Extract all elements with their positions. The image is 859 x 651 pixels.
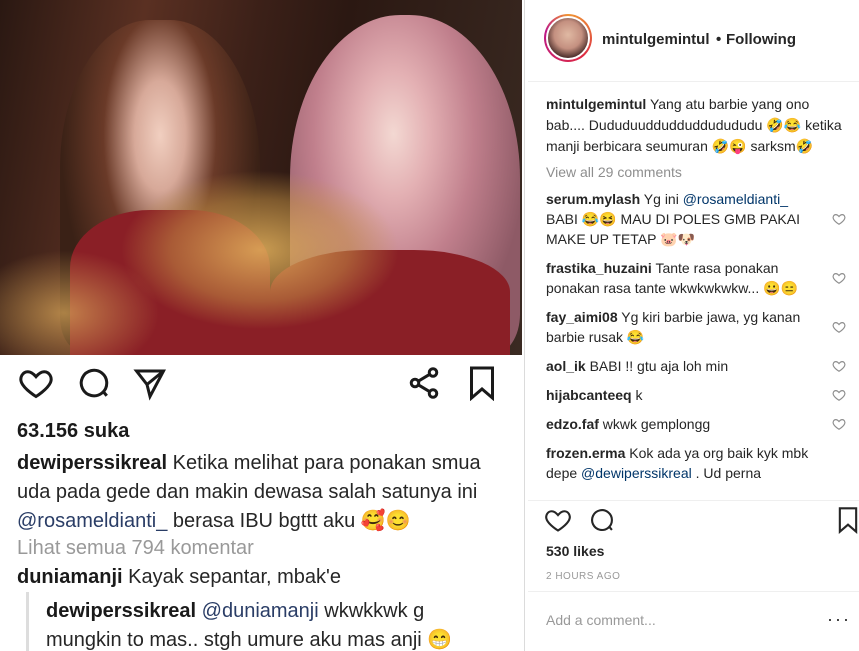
comment-username[interactable]: edzo.faf [546, 416, 599, 432]
comment-item: hijabcanteeq k [546, 385, 846, 405]
comment-bubble-icon [79, 368, 109, 398]
paper-plane-icon [133, 369, 166, 401]
comment-item: fay_aimi08 Yg kiri barbie jawa, yg kanan… [546, 307, 846, 347]
comment-text: . Ud perna [691, 465, 762, 481]
bookmark-icon[interactable] [834, 506, 859, 534]
comment-username[interactable]: aol_ik [546, 358, 586, 374]
heart-icon [19, 370, 53, 399]
add-comment-bar: ··· [528, 591, 859, 651]
share-nodes-icon [409, 367, 439, 399]
comment-text: BABI 😂😆 MAU DI POLES GMB PAKAI MAKE UP T… [546, 211, 800, 247]
embedded-post-screenshot: 63.156 suka dewiperssikreal Ketika melih… [0, 0, 525, 651]
embedded-caption-text: berasa IBU bgttt aku 🥰😊 [167, 510, 411, 532]
author-username[interactable]: mintulgemintul [602, 31, 710, 48]
post-header: mintulgemintul • Following [528, 0, 859, 82]
add-comment-input[interactable] [546, 612, 806, 628]
embedded-like-count: 63.156 suka [17, 420, 130, 442]
post-action-area: 530 likes 2 HOURS AGO ··· [528, 500, 859, 651]
comment-username[interactable]: hijabcanteeq [546, 387, 632, 403]
heart-icon[interactable] [544, 506, 572, 534]
comment-like-heart-icon[interactable] [832, 417, 846, 431]
comment-item: frastika_huzaini Tante rasa ponakan pona… [546, 258, 846, 298]
embedded-caption-line-3: @rosameldianti_ berasa IBU bgttt aku 🥰😊 [17, 508, 411, 533]
comment-text: BABI !! gtu aja loh min [585, 358, 729, 374]
avatar[interactable] [544, 14, 592, 62]
embedded-caption-line-2: uda pada gede dan makin dewasa salah sat… [17, 481, 477, 504]
comment-mention[interactable]: @dewiperssikreal [581, 465, 692, 481]
header-separator: • [716, 31, 722, 48]
embedded-comment-user: duniamanji [17, 566, 123, 588]
reply-thread-line [26, 592, 29, 651]
comment-like-heart-icon[interactable] [832, 388, 846, 402]
comment-item: frozen.erma Kok ada ya org baik kyk mbk … [546, 443, 846, 483]
embedded-comment-text: Kayak sepantar, mbak'e [122, 566, 341, 588]
comment-like-heart-icon[interactable] [832, 271, 846, 285]
comment-item: serum.mylash Yg ini @rosameldianti_ BABI… [546, 189, 846, 249]
comment-username[interactable]: frozen.erma [546, 445, 625, 461]
embedded-caption-text: Ketika melihat para ponakan smua [167, 452, 481, 474]
embedded-reply-line-1: dewiperssikreal @duniamanji wkwkkwk g [46, 600, 424, 623]
comments-list[interactable]: mintulgemintul Yang atu barbie yang ono … [546, 94, 846, 496]
more-dots-icon[interactable]: ··· [827, 610, 851, 628]
embedded-caption-line-1: dewiperssikreal Ketika melihat para pona… [17, 452, 481, 475]
avatar-image [546, 16, 590, 60]
comment-username[interactable]: fay_aimi08 [546, 309, 618, 325]
comment-item: aol_ik BABI !! gtu aja loh min [546, 356, 846, 376]
comment-like-heart-icon[interactable] [832, 320, 846, 334]
bookmark-icon [470, 366, 494, 401]
comment-username[interactable]: serum.mylash [546, 191, 640, 207]
post-photo [0, 0, 522, 355]
like-count[interactable]: 530 likes [546, 543, 604, 559]
embedded-caption-text: uda pada gede dan makin dewasa salah sat… [17, 481, 478, 503]
view-all-comments-link[interactable]: View all 29 comments [546, 164, 846, 180]
embedded-reply-mention: @duniamanji [201, 600, 319, 622]
following-button[interactable]: Following [726, 31, 796, 48]
comment-mention[interactable]: @rosameldianti_ [683, 191, 788, 207]
comment-like-heart-icon[interactable] [832, 359, 846, 373]
post-side-panel: mintulgemintul • Following mintulgemintu… [528, 0, 859, 651]
comment-like-heart-icon[interactable] [832, 212, 846, 226]
comment-text: wkwk gemplongg [598, 416, 711, 432]
comment-username[interactable]: frastika_huzaini [546, 260, 652, 276]
post-timestamp: 2 HOURS AGO [546, 571, 621, 582]
embedded-reply-text: wkwkkwk g [318, 600, 425, 622]
embedded-reply-line-2: mungkin to mas.. stgh umure aku mas anji… [46, 629, 453, 651]
caption-username[interactable]: mintulgemintul [546, 96, 646, 112]
comment-text: Yg ini [640, 191, 683, 207]
embedded-caption-mention: @rosameldianti_ [17, 510, 168, 532]
comment-text: k [631, 387, 643, 403]
embedded-reply-user: dewiperssikreal [46, 600, 197, 622]
comment-item: edzo.faf wkwk gemplongg [546, 414, 846, 434]
embedded-caption-user: dewiperssikreal [17, 452, 168, 474]
comment-bubble-icon[interactable] [588, 506, 616, 534]
embedded-comment: duniamanji Kayak sepantar, mbak'e [17, 566, 341, 589]
embedded-action-bar [18, 365, 494, 405]
embedded-view-all-comments: Lihat semua 794 komentar [17, 537, 254, 559]
post-caption: mintulgemintul Yang atu barbie yang ono … [546, 94, 846, 157]
